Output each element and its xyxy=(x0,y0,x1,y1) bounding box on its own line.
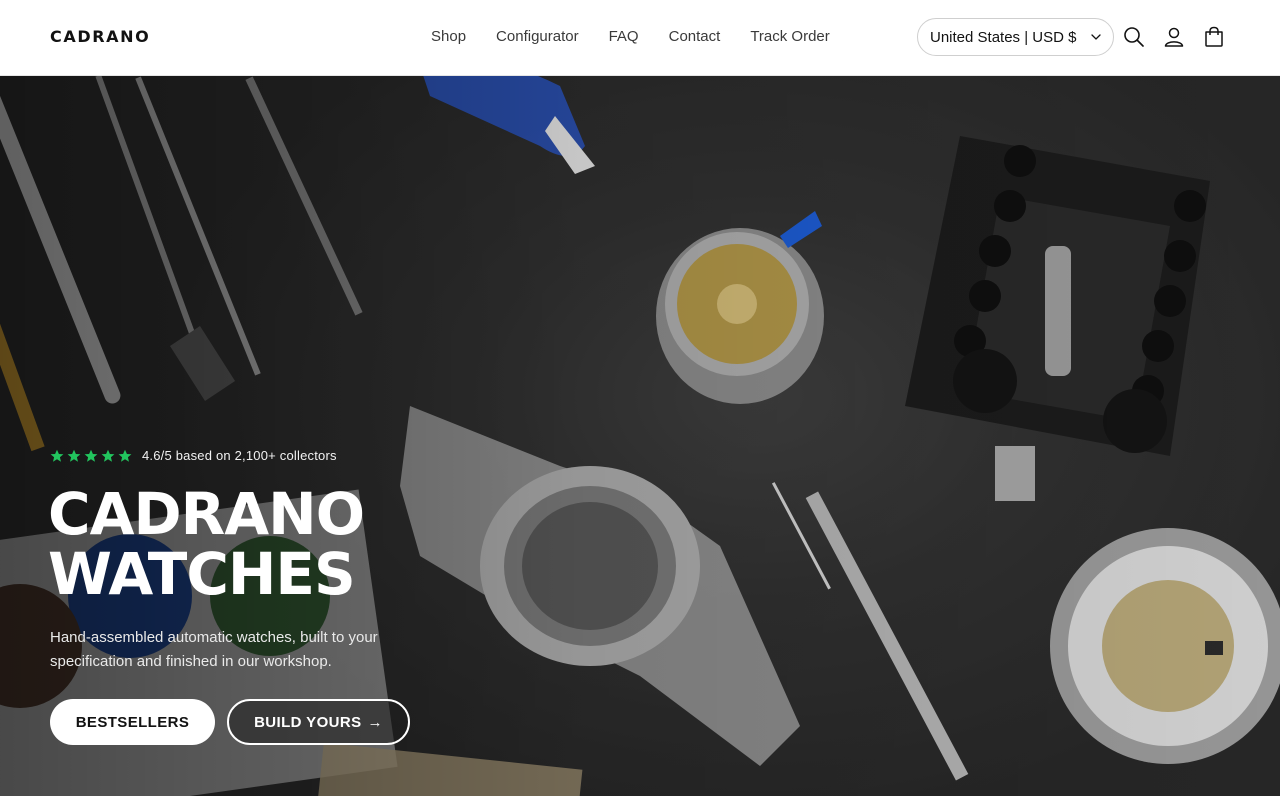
main-nav: Shop Configurator FAQ Contact Track Orde… xyxy=(416,26,845,47)
star-icon xyxy=(118,449,132,462)
star-icon xyxy=(50,449,64,462)
hero-title-line2: WATCHES xyxy=(48,540,356,608)
bestsellers-button-label: BESTSELLERS xyxy=(75,713,190,731)
nav-shop[interactable]: Shop xyxy=(416,26,481,47)
build-yours-button-label: BUILD YOURS xyxy=(254,713,362,731)
locale-label: United States | USD $ xyxy=(930,28,1077,46)
cart-icon[interactable] xyxy=(1201,24,1227,50)
hero-overlay xyxy=(0,76,1280,796)
rating-row: 4.6/5 based on 2,100+ collectors xyxy=(50,448,337,463)
arrow-right-icon: → xyxy=(367,713,383,731)
hero-banner: 4.6/5 based on 2,100+ collectors CADRANO… xyxy=(0,76,1280,796)
star-icon xyxy=(101,449,115,462)
search-icon[interactable] xyxy=(1121,24,1147,50)
site-header: CADRANO Shop Configurator FAQ Contact Tr… xyxy=(0,0,1280,76)
hero-subtitle: Hand-assembled automatic watches, built … xyxy=(50,629,378,670)
chevron-down-icon xyxy=(1091,34,1101,40)
nav-faq[interactable]: FAQ xyxy=(594,26,654,47)
hero-title: CADRANO WATCHES xyxy=(48,480,365,608)
star-icon xyxy=(84,449,98,462)
build-yours-button[interactable]: BUILD YOURS → xyxy=(227,699,410,745)
bestsellers-button[interactable]: BESTSELLERS xyxy=(50,699,215,745)
nav-track-order[interactable]: Track Order xyxy=(735,26,844,47)
hero-title-line1: CADRANO xyxy=(48,480,365,548)
logo[interactable]: CADRANO xyxy=(50,27,150,46)
account-icon[interactable] xyxy=(1161,24,1187,50)
country-currency-selector[interactable]: United States | USD $ xyxy=(917,18,1114,56)
star-icon xyxy=(67,449,81,462)
nav-configurator[interactable]: Configurator xyxy=(481,26,594,47)
rating-stars xyxy=(50,449,132,463)
nav-contact[interactable]: Contact xyxy=(654,26,736,47)
rating-text: 4.6/5 based on 2,100+ collectors xyxy=(142,448,337,463)
